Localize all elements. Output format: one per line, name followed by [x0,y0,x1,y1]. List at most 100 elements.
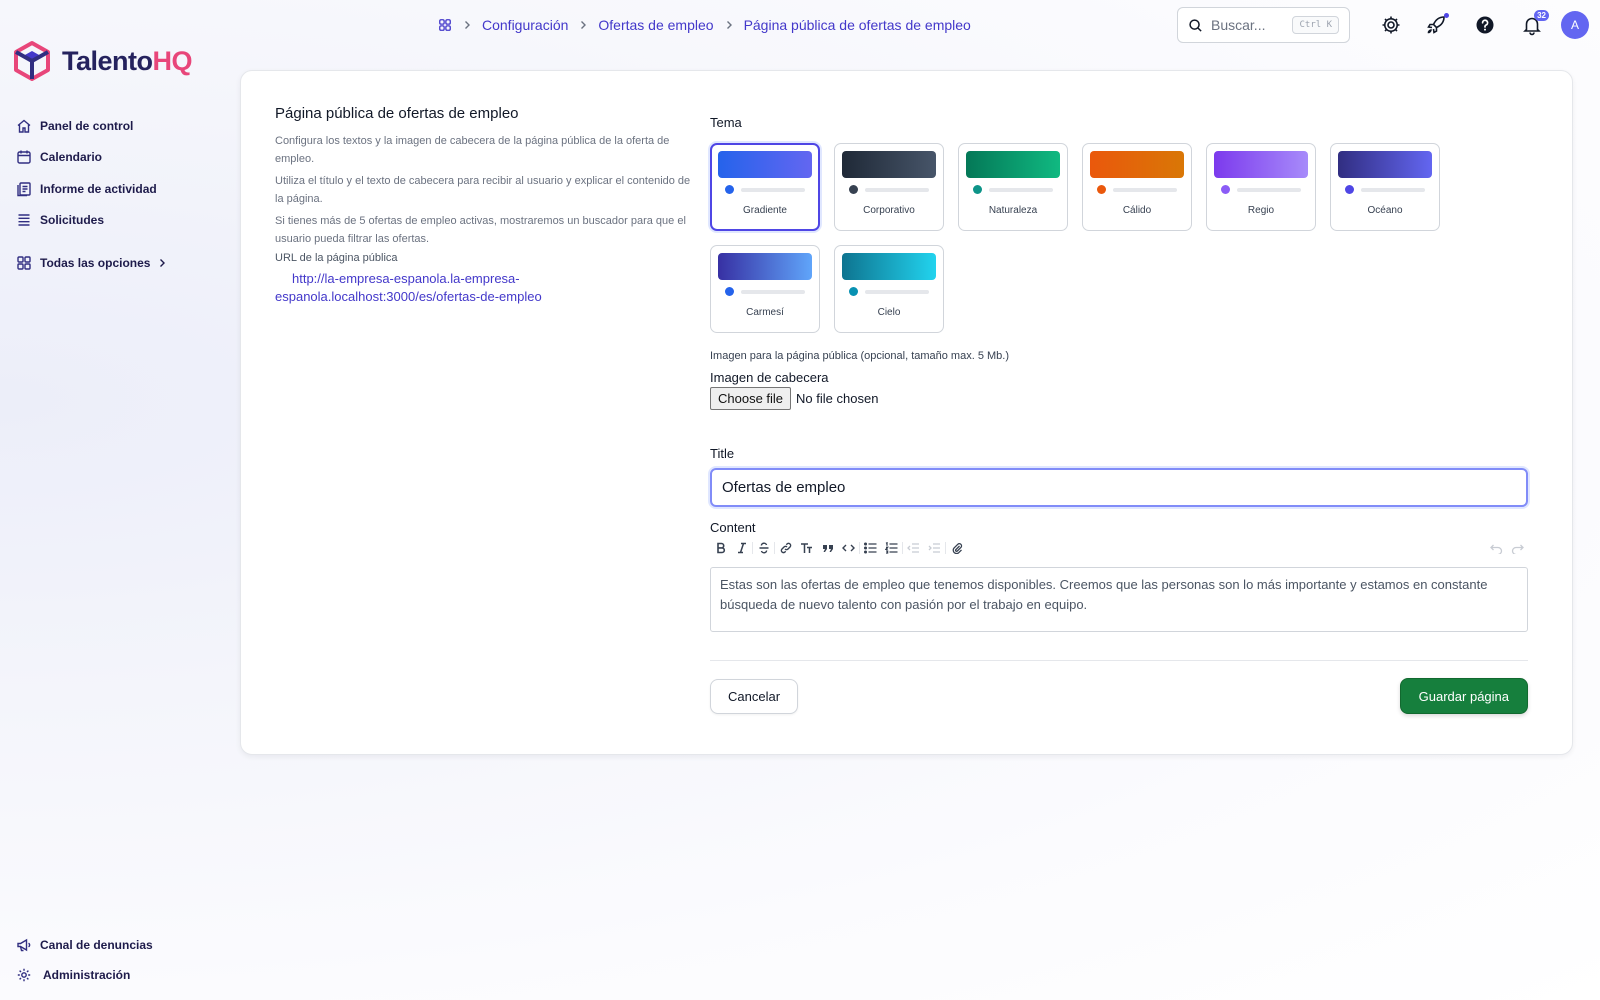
notification-count-badge: 32 [1534,10,1549,21]
app-logo[interactable]: TalentoHQ [12,40,192,82]
indent-icon[interactable] [924,539,945,557]
sidebar-nav: Panel de control Calendario Informe de a… [16,110,216,279]
sidebar-item-label: Solicitudes [40,213,105,228]
logo-text: TalentoHQ [62,45,192,76]
theme-preview-dot [1097,185,1106,194]
report-icon [16,181,32,197]
bold-icon[interactable] [710,539,731,557]
theme-preview-bar [842,253,936,280]
redo-icon[interactable] [1507,539,1528,557]
theme-preview-row [718,185,812,194]
theme-option[interactable]: Regio [1206,143,1316,231]
cancel-button[interactable]: Cancelar [710,678,799,714]
public-url-link[interactable]: http://la-empresa-espanola.la-empresa-es… [275,270,695,306]
code-icon[interactable] [838,539,859,557]
search-box[interactable]: Buscar... Ctrl K [1177,7,1350,43]
theme-preview-line [1113,187,1177,192]
page-info: Página pública de ofertas de empleo Conf… [275,105,695,306]
theme-option[interactable]: Cielo [834,245,944,333]
sidebar-bottom-nav: Canal de denuncias Administración [16,930,216,990]
sidebar-item-label: Calendario [40,150,103,165]
sidebar-item-panel-de-control[interactable]: Panel de control [16,110,216,142]
rocket-icon[interactable] [1425,13,1449,36]
search-placeholder: Buscar... [1211,17,1266,33]
theme-preview-row [1214,185,1308,194]
outdent-icon[interactable] [903,539,924,557]
theme-preview-dot [973,185,982,194]
form-actions: Cancelar Guardar página [710,678,1528,714]
user-avatar[interactable]: A [1561,11,1589,39]
content-editor[interactable]: Estas son las ofertas de empleo que tene… [710,567,1528,632]
theme-name: Cielo [877,307,901,318]
theme-preview-dot [1221,185,1230,194]
undo-icon[interactable] [1486,539,1507,557]
numbered-list-icon[interactable] [881,539,902,557]
settings-gear-icon[interactable] [1380,14,1402,36]
choose-file-button[interactable]: Choose file [710,387,792,410]
home-icon [16,118,32,134]
theme-preview-dot [1345,185,1354,194]
theme-preview-bar [842,151,936,178]
page-description: Si tienes más de 5 ofertas de empleo act… [275,215,686,245]
file-input: Choose file No file chosen [710,387,1528,410]
quote-icon[interactable] [817,539,838,557]
theme-name: Océano [1367,205,1403,216]
breadcrumb-current-page[interactable]: Página pública de ofertas de empleo [744,17,971,33]
sidebar-item-calendario[interactable]: Calendario [16,142,216,174]
theme-preview-row [1090,185,1184,194]
sidebar-item-canal-de-denuncias[interactable]: Canal de denuncias [16,930,216,960]
theme-preview-row [966,185,1060,194]
attachment-icon[interactable] [946,539,967,557]
content-label: Content [710,520,756,535]
editor-toolbar [710,539,1528,557]
strikethrough-icon[interactable] [753,539,774,557]
megaphone-icon [16,937,32,953]
link-icon[interactable] [775,539,796,557]
theme-name: Carmesí [746,307,784,318]
sidebar-item-todas-las-opciones[interactable]: Todas las opciones [16,247,216,279]
theme-preview-bar [1214,151,1308,178]
breadcrumb-ofertas-de-empleo[interactable]: Ofertas de empleo [598,17,713,33]
save-page-button[interactable]: Guardar página [1399,678,1528,714]
grid-icon [16,255,32,271]
theme-name: Cálido [1122,205,1152,216]
italic-icon[interactable] [731,539,752,557]
search-shortcut: Ctrl K [1292,16,1339,34]
sidebar-item-informe-de-actividad[interactable]: Informe de actividad [16,173,216,205]
header-image-label: Imagen de cabecera [710,370,829,385]
theme-option[interactable]: Cálido [1082,143,1192,231]
search-icon [1188,18,1203,33]
bullet-list-icon[interactable] [860,539,881,557]
title-label: Title [710,446,735,461]
help-icon[interactable] [1474,14,1496,36]
apps-grid-icon[interactable] [438,18,452,32]
rocket-indicator-dot [1444,13,1449,18]
theme-preview-line [741,289,805,294]
theme-option[interactable]: Corporativo [834,143,944,231]
sidebar-item-administracion[interactable]: Administración [16,960,216,990]
heading-icon[interactable] [796,539,817,557]
chevron-right-icon [724,20,734,30]
sidebar-item-label: Panel de control [40,118,134,133]
theme-option[interactable]: Gradiente [710,143,820,231]
theme-preview-line [865,289,929,294]
sidebar-item-label: Administración [43,968,131,982]
sidebar-item-solicitudes[interactable]: Solicitudes [16,205,216,237]
breadcrumb: Configuración Ofertas de empleo Página p… [438,15,971,35]
theme-preview-dot [725,185,734,194]
theme-preview-line [989,187,1053,192]
theme-preview-dot [725,287,734,296]
theme-preview-dot [849,185,858,194]
theme-option[interactable]: Naturaleza [958,143,1068,231]
public-url-label: URL de la página pública [275,252,398,264]
breadcrumb-configuracion[interactable]: Configuración [482,17,568,33]
sidebar-item-label: Informe de actividad [40,181,157,196]
notifications-bell-icon[interactable]: 32 [1521,10,1549,36]
theme-name: Gradiente [743,205,787,216]
theme-option[interactable]: Carmesí [710,245,820,333]
theme-option[interactable]: Océano [1330,143,1440,231]
title-input[interactable]: Ofertas de empleo [710,468,1528,507]
chevron-right-icon [158,258,166,268]
theme-preview-bar [966,151,1060,178]
theme-preview-line [741,187,805,192]
